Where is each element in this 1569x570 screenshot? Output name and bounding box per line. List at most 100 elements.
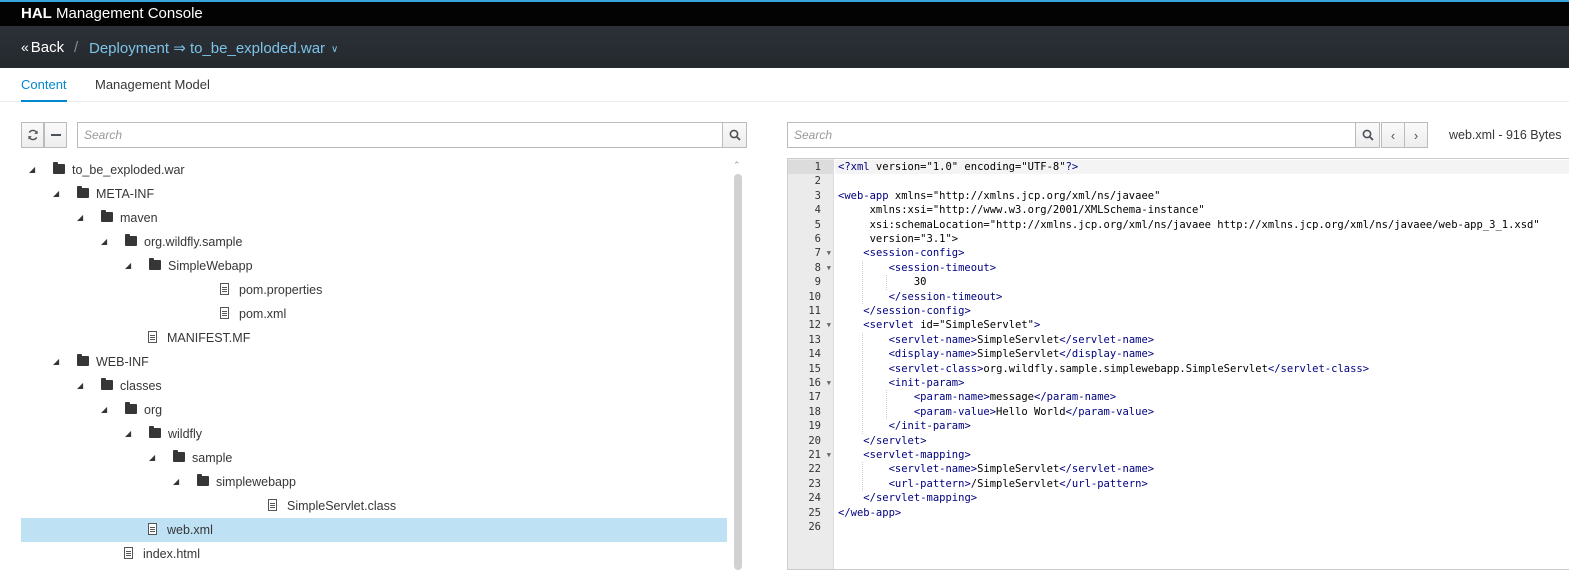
expand-toggle-icon[interactable]: ◢ (29, 158, 35, 182)
file-icon (124, 547, 133, 560)
code-line: </servlet-mapping> (863, 492, 978, 505)
tree-node-label: MANIFEST.MF (167, 331, 251, 345)
expand-toggle-icon[interactable]: ◢ (173, 470, 179, 494)
file-info: web.xml - 916 Bytes (1449, 128, 1562, 142)
tree-folder-node[interactable]: ◢ simplewebapp (21, 470, 727, 494)
fold-toggle-icon[interactable]: ▼ (827, 448, 831, 462)
tree-file-node[interactable]: MANIFEST.MF (21, 326, 727, 350)
tree-file-node[interactable]: SimpleServlet.class (21, 494, 727, 518)
code-line: <servlet-class>org.wildfly.sample.simple… (888, 362, 1370, 375)
line-number: 8 ▼ (814, 261, 831, 275)
tree-search-button[interactable] (722, 122, 747, 148)
tab-management-model[interactable]: Management Model (95, 77, 210, 92)
fold-toggle-icon[interactable]: ▼ (827, 376, 831, 390)
tree-folder-node[interactable]: ◢ org (21, 398, 727, 422)
tree-node-label: maven (120, 211, 158, 225)
line-number: 7 ▼ (814, 246, 831, 260)
folder-icon (125, 402, 137, 414)
double-chevron-left-icon: « (21, 39, 29, 55)
code-line: </servlet> (863, 434, 927, 447)
tree-node-label: to_be_exploded.war (72, 163, 185, 177)
expand-toggle-icon[interactable]: ◢ (101, 398, 107, 422)
line-number: 25 (808, 506, 821, 519)
folder-icon (197, 474, 209, 486)
tree-file-node[interactable]: web.xml (21, 518, 727, 542)
fold-toggle-icon[interactable]: ▼ (827, 318, 831, 332)
tree-scrollbar[interactable] (734, 174, 742, 570)
line-number: 21 ▼ (808, 448, 831, 462)
folder-icon (101, 378, 113, 390)
line-number: 9 (814, 276, 821, 289)
file-icon (148, 331, 157, 344)
folder-icon (173, 450, 185, 462)
code-editor[interactable]: 1 2 3 4 5 6 7 ▼ 8 ▼ 9 10 11 12 ▼ 13 14 15 16 ▼ 17 18 19 20 21 ▼ 22… (787, 158, 1569, 570)
code-line: <url-pattern>/SimpleServlet</url-pattern… (888, 477, 1148, 490)
file-icon (220, 283, 229, 296)
expand-toggle-icon[interactable]: ◢ (125, 254, 131, 278)
editor-search-button[interactable] (1355, 122, 1380, 148)
scroll-up-icon[interactable]: ⌃ (733, 160, 741, 171)
tree-node-label: pom.properties (239, 283, 323, 297)
folder-icon (77, 186, 89, 198)
tree-folder-node[interactable]: ◢ maven (21, 206, 727, 230)
tree-folder-node[interactable]: ◢ WEB-INF (21, 350, 727, 374)
code-line: 30 (838, 276, 927, 289)
folder-icon (149, 258, 161, 270)
tree-file-node[interactable]: index.html (21, 542, 727, 566)
tree-node-label: classes (120, 379, 162, 393)
breadcrumb-deployment-selector[interactable]: Deployment ⇒ to_be_exploded.war ∨ (89, 39, 338, 57)
chevron-down-icon: ∨ (331, 44, 339, 55)
next-match-button[interactable]: › (1404, 122, 1428, 148)
fold-toggle-icon[interactable]: ▼ (827, 261, 831, 275)
line-number: 24 (808, 492, 821, 505)
tree-file-node[interactable]: pom.properties (21, 278, 727, 302)
code-line: <servlet-mapping> (863, 449, 971, 461)
line-number: 3 (814, 189, 821, 202)
expand-toggle-icon[interactable]: ◢ (77, 206, 83, 230)
code-line: <session-config> (863, 247, 965, 260)
code-line: <web-app xmlns="http://xmlns.jcp.org/xml… (838, 189, 1161, 202)
tree-node-label: simplewebapp (216, 475, 296, 489)
line-number: 13 (808, 333, 821, 346)
tree-folder-node[interactable]: ◢ org.wildfly.sample (21, 230, 727, 254)
tree-folder-node[interactable]: ◢ sample (21, 446, 727, 470)
code-line: <servlet-name>SimpleServlet</servlet-nam… (888, 463, 1155, 476)
refresh-button[interactable] (21, 122, 44, 148)
code-line: <display-name>SimpleServlet</display-nam… (888, 348, 1155, 361)
expand-toggle-icon[interactable]: ◢ (149, 446, 155, 470)
tree-folder-node[interactable]: ◢ wildfly (21, 422, 727, 446)
brand-bar: HAL Management Console (0, 0, 1569, 26)
refresh-icon (27, 129, 38, 141)
tree-folder-node[interactable]: ◢ classes (21, 374, 727, 398)
tree-folder-node[interactable]: ◢ to_be_exploded.war (21, 158, 727, 182)
tree-search-input[interactable]: Search (77, 122, 724, 148)
expand-toggle-icon[interactable]: ◢ (53, 182, 59, 206)
line-number: 15 (808, 362, 821, 375)
file-icon (148, 523, 157, 536)
breadcrumb-separator: / (74, 39, 79, 56)
folder-icon (77, 354, 89, 366)
tree-node-label: sample (192, 451, 233, 465)
tree-folder-node[interactable]: ◢ SimpleWebapp (21, 254, 727, 278)
tree-node-label: org (144, 403, 163, 417)
tab-bar: Content Management Model (0, 68, 1569, 102)
tree-node-label: SimpleWebapp (168, 259, 253, 273)
expand-toggle-icon[interactable]: ◢ (125, 422, 131, 446)
tree-file-node[interactable]: pom.xml (21, 302, 727, 326)
previous-match-button[interactable]: ‹ (1381, 122, 1405, 148)
indent-guide (862, 260, 863, 304)
expand-toggle-icon[interactable]: ◢ (77, 374, 83, 398)
expand-toggle-icon[interactable]: ◢ (101, 230, 107, 254)
code-line: </web-app> (838, 506, 902, 519)
brand-title: Management Console (56, 5, 203, 22)
tab-content[interactable]: Content (21, 77, 67, 102)
editor-search-input[interactable]: Search (787, 122, 1357, 148)
code-line: <?xml version="1.0" encoding="UTF-8"?> (835, 160, 1569, 175)
back-link[interactable]: «Back (21, 39, 64, 56)
line-number: 26 (808, 521, 821, 533)
code-line: <servlet id="SimpleServlet"> (863, 319, 1041, 332)
fold-toggle-icon[interactable]: ▼ (827, 246, 831, 260)
tree-folder-node[interactable]: ◢ META-INF (21, 182, 727, 206)
collapse-all-button[interactable] (44, 122, 67, 148)
expand-toggle-icon[interactable]: ◢ (53, 350, 59, 374)
